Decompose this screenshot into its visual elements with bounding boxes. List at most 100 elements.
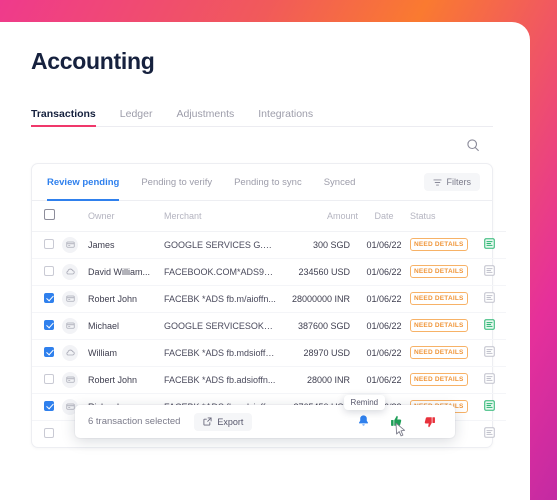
receipt-icon[interactable]	[483, 319, 495, 330]
row-select-cell	[32, 258, 62, 286]
thumbs-down-icon[interactable]	[422, 414, 437, 429]
row-receipt-cell	[472, 231, 506, 259]
row-owner-cell: James	[88, 231, 164, 259]
tab-adjustments[interactable]: Adjustments	[176, 108, 234, 126]
export-label: Export	[217, 416, 244, 427]
row-checkbox[interactable]	[44, 373, 54, 384]
table-row[interactable]: Michael GOOGLE SERVICESOKLHlfL... 387600 S…	[32, 312, 506, 340]
table-row[interactable]: James GOOGLE SERVICES G.Cui7... 300 SGD 01/…	[32, 231, 506, 259]
row-amount-cell: 28000000 INR	[282, 285, 358, 313]
receipt-icon[interactable]	[483, 346, 495, 357]
row-merchant-cell: GOOGLE SERVICESOKLHlfL...	[164, 312, 282, 340]
receipt-icon[interactable]	[483, 400, 495, 411]
transactions-card: Review pending Pending to verify Pending…	[31, 163, 506, 448]
row-status-cell: NEED DETAILS	[410, 258, 472, 286]
row-receipt-cell	[472, 339, 506, 367]
row-select-cell	[32, 393, 62, 421]
row-select-cell	[32, 285, 62, 313]
external-link-icon	[203, 417, 212, 426]
row-checkbox[interactable]	[44, 319, 54, 330]
select-all-checkbox[interactable]	[44, 209, 55, 221]
row-type-cell	[62, 231, 88, 259]
row-checkbox[interactable]	[44, 238, 54, 249]
tab-integrations[interactable]: Integrations	[258, 108, 313, 126]
row-receipt-cell	[472, 366, 506, 394]
row-amount-cell: 300 SGD	[282, 231, 358, 259]
table-row[interactable]: Robert John FACEBK *ADS fb.m/aioffn... 280…	[32, 285, 506, 313]
row-owner-cell: Robert John	[88, 285, 164, 313]
table-row[interactable]: David William... FACEBOOK.COM*ADS989f... 2…	[32, 258, 506, 286]
amount-label: 28970 USD	[303, 347, 350, 358]
selection-actions: Remind	[343, 395, 442, 429]
header-amount: Amount	[282, 201, 358, 232]
amount-label: 300 SGD	[312, 239, 350, 250]
row-date-cell: 01/06/22	[358, 312, 410, 340]
row-type-cell	[62, 285, 88, 313]
amount-label: 28000000 INR	[291, 293, 350, 304]
export-button[interactable]: Export	[194, 412, 253, 431]
receipt-icon[interactable]	[483, 265, 495, 276]
owner-label: David William...	[88, 266, 151, 277]
tab-synced[interactable]: Synced	[324, 164, 356, 201]
tab-pending-to-verify[interactable]: Pending to verify	[141, 164, 212, 201]
table-head: Owner Merchant Amount Date Status	[32, 201, 506, 232]
row-select-cell	[32, 420, 62, 447]
row-receipt-cell	[472, 312, 506, 340]
card-icon	[62, 371, 78, 388]
row-type-cell	[62, 366, 88, 394]
receipt-icon[interactable]	[483, 373, 495, 384]
row-receipt-cell	[472, 285, 506, 313]
filters-button[interactable]: Filters	[423, 173, 480, 191]
header-status: Status	[410, 201, 472, 232]
header-receipt	[472, 201, 506, 232]
filter-icon	[432, 178, 442, 187]
row-checkbox[interactable]	[44, 400, 54, 411]
row-merchant-cell: FACEBK *ADS fb.m/aioffn...	[164, 285, 282, 313]
header-type-cell	[62, 201, 88, 232]
owner-label: James	[88, 239, 115, 250]
search-row	[31, 127, 493, 163]
page-content: Accounting Transactions Ledger Adjustmen…	[31, 50, 506, 448]
row-status-cell: NEED DETAILS	[410, 285, 472, 313]
row-receipt-cell	[472, 258, 506, 286]
app-root: Accounting Transactions Ledger Adjustmen…	[0, 0, 557, 500]
receipt-icon[interactable]	[483, 427, 495, 439]
status-badge: NEED DETAILS	[410, 265, 468, 278]
thumbs-up-icon[interactable]	[389, 414, 404, 429]
cloud-icon	[62, 263, 78, 280]
row-checkbox[interactable]	[44, 346, 54, 357]
date-label: 01/06/22	[366, 320, 402, 331]
date-label: 01/06/22	[366, 239, 402, 250]
row-merchant-cell: FACEBK *ADS fb.adsioffn...	[164, 366, 282, 394]
row-owner-cell: Michael	[88, 312, 164, 340]
date-label: 01/06/22	[366, 374, 402, 385]
row-select-cell	[32, 231, 62, 259]
tab-ledger[interactable]: Ledger	[120, 108, 153, 126]
table-row[interactable]: William FACEBK *ADS fb.mdsioffn... 28970 U…	[32, 339, 506, 367]
row-status-cell: NEED DETAILS	[410, 231, 472, 259]
tab-transactions[interactable]: Transactions	[31, 108, 96, 127]
status-badge: NEED DETAILS	[410, 292, 468, 305]
remind-bell-icon[interactable]: Remind	[343, 395, 386, 429]
merchant-label: FACEBK *ADS fb.mdsioffn...	[164, 347, 278, 358]
merchant-label: FACEBK *ADS fb.adsioffn...	[164, 374, 276, 385]
row-date-cell: 01/06/22	[358, 366, 410, 394]
receipt-icon[interactable]	[483, 292, 495, 303]
search-icon[interactable]	[466, 138, 480, 152]
tab-review-pending[interactable]: Review pending	[47, 164, 120, 201]
primary-nav-tabs: Transactions Ledger Adjustments Integrat…	[31, 104, 493, 127]
row-amount-cell: 28000 INR	[282, 366, 358, 394]
row-checkbox[interactable]	[44, 265, 54, 276]
receipt-icon[interactable]	[483, 238, 495, 249]
row-checkbox[interactable]	[44, 427, 54, 438]
row-checkbox[interactable]	[44, 292, 54, 303]
row-amount-cell: 387600 SGD	[282, 312, 358, 340]
row-type-cell	[62, 339, 88, 367]
amount-label: 234560 USD	[298, 266, 350, 277]
tab-pending-to-sync[interactable]: Pending to sync	[234, 164, 302, 201]
table-row[interactable]: Robert John FACEBK *ADS fb.adsioffn... 280…	[32, 366, 506, 394]
row-receipt-cell	[472, 393, 506, 421]
row-amount-cell: 28970 USD	[282, 339, 358, 367]
status-badge: NEED DETAILS	[410, 319, 468, 332]
header-select-all-cell	[32, 201, 62, 232]
